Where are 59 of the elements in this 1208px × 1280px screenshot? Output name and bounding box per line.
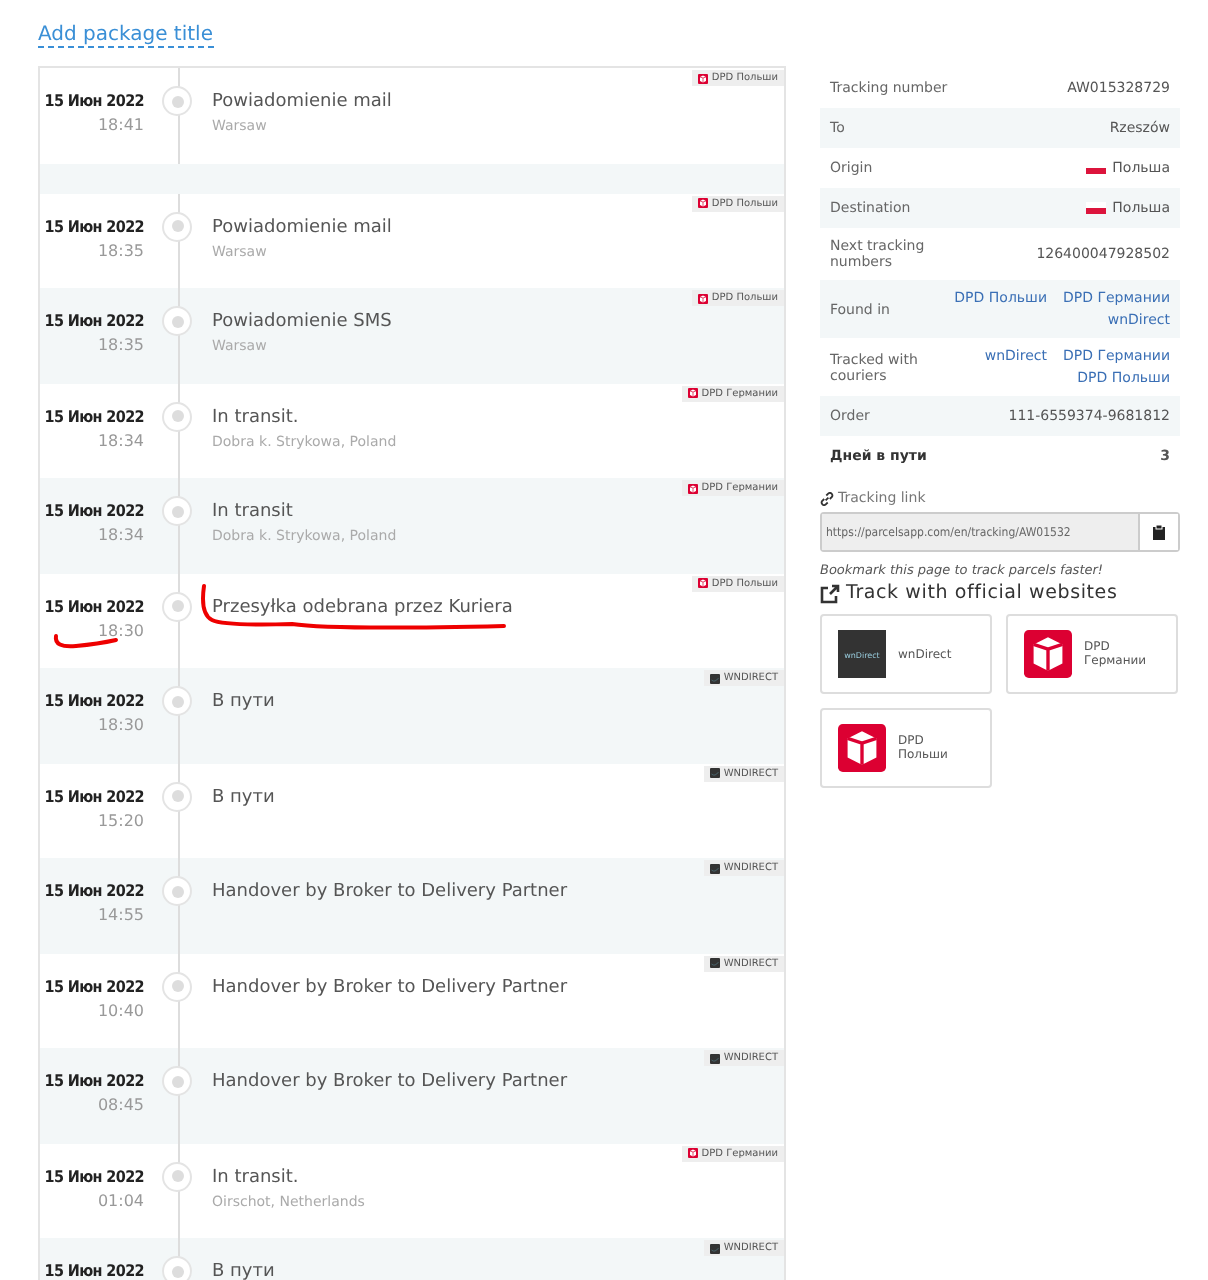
- event-time: 10:40: [95, 1001, 144, 1019]
- event-date: 15 Июн 2022: [42, 502, 144, 520]
- event-time: 08:45: [95, 1096, 144, 1114]
- clipboard-icon[interactable]: [1138, 514, 1178, 550]
- event-title: In transit.: [212, 1167, 301, 1187]
- event-date: 15 Июн 2022: [42, 407, 144, 425]
- add-title-link[interactable]: Add package title: [38, 24, 213, 48]
- event-time: 18:34: [95, 526, 144, 544]
- timeline-dot: [162, 781, 192, 811]
- timeline-dot: [162, 686, 192, 716]
- event-title: Handover by Broker to Delivery Partner: [212, 977, 570, 997]
- timeline-dot: [162, 971, 192, 1001]
- event-time: 18:35: [95, 241, 144, 259]
- flag-icon: [1086, 162, 1107, 174]
- event-title: Handover by Broker to Delivery Partner: [212, 1072, 570, 1092]
- event-title: В пути: [212, 787, 277, 807]
- event-date: 15 Июн 2022: [42, 1167, 144, 1185]
- event-date: 15 Июн 2022: [42, 597, 144, 615]
- event-time: 18:34: [95, 431, 144, 449]
- event-title: In transit: [212, 502, 295, 522]
- event-date: 15 Июн 2022: [42, 1262, 144, 1280]
- event-title: Handover by Broker to Delivery Partner: [212, 882, 570, 902]
- link-icon: [820, 491, 834, 505]
- timeline-dot: [162, 306, 192, 336]
- event-time: 15:20: [95, 811, 144, 829]
- event-date: 15 Июн 2022: [42, 217, 144, 235]
- event-date: 15 Июн 2022: [42, 692, 144, 710]
- parcel-logo-icon: [1024, 630, 1072, 678]
- timeline-dot: [162, 86, 192, 116]
- event-title: Przesyłka odebrana przez Kuriera: [212, 597, 515, 617]
- timeline-dot: [162, 591, 192, 621]
- event-time: 18:30: [95, 716, 144, 734]
- timeline-dot: [162, 211, 192, 241]
- event-time: 18:41: [95, 116, 144, 134]
- event-date: 15 Июн 2022: [42, 312, 144, 330]
- event-title: В пути: [212, 692, 277, 712]
- event-time: 18:30: [95, 621, 144, 639]
- event-date: 15 Июн 2022: [42, 92, 144, 110]
- timeline-dot: [162, 496, 192, 526]
- event-title: В пути: [212, 1262, 277, 1280]
- event-date: 15 Июн 2022: [42, 882, 144, 900]
- event-date: 15 Июн 2022: [42, 787, 144, 805]
- event-time: 18:35: [95, 336, 144, 354]
- event-title: Powiadomienie mail: [212, 92, 394, 112]
- event-title: In transit.: [212, 407, 301, 427]
- timeline-dot: [162, 401, 192, 431]
- timeline-dot: [162, 1161, 192, 1191]
- parcel-logo-icon: [838, 724, 886, 772]
- event-date: 15 Июн 2022: [42, 977, 144, 995]
- timeline-dot: [162, 1066, 192, 1096]
- external-link-icon: [820, 583, 840, 603]
- section-heading: Track with official websites: [846, 582, 1118, 604]
- event-date: 15 Июн 2022: [42, 1072, 144, 1090]
- flag-icon: [1086, 202, 1107, 214]
- event-title: Powiadomienie SMS: [212, 312, 394, 332]
- event-time: 01:04: [95, 1191, 144, 1209]
- event-title: Powiadomienie mail: [212, 217, 394, 237]
- event-time: 14:55: [95, 906, 144, 924]
- timeline-dot: [162, 876, 192, 906]
